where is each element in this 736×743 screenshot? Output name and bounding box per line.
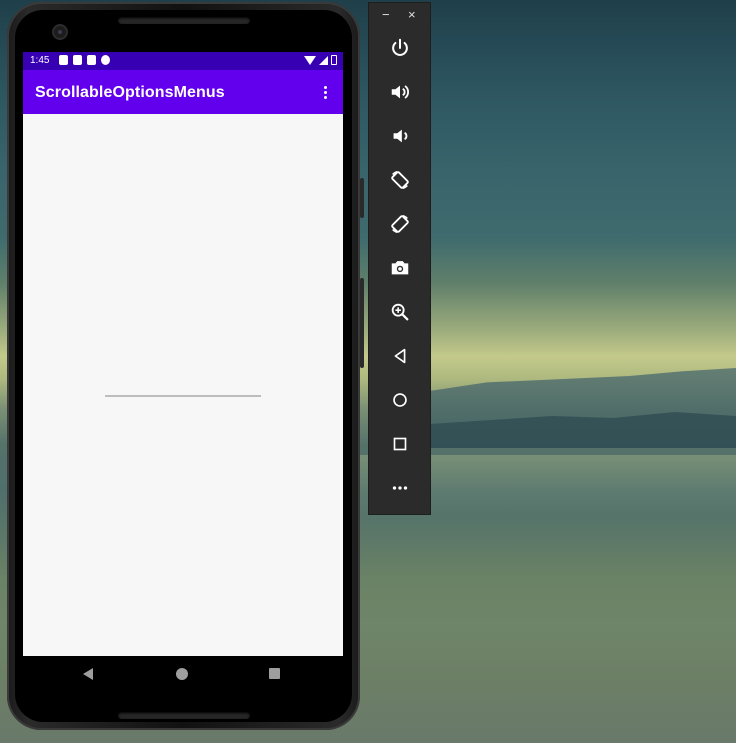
nav-recents-icon[interactable] bbox=[269, 668, 280, 679]
rotate-left-button[interactable] bbox=[382, 165, 418, 195]
volume-up-button[interactable] bbox=[382, 77, 418, 107]
wifi-icon bbox=[304, 55, 316, 65]
bottom-speaker bbox=[118, 712, 250, 719]
volume-up-icon bbox=[391, 85, 409, 99]
power-icon bbox=[392, 38, 408, 56]
front-camera-icon bbox=[54, 26, 66, 38]
rotate-left-icon bbox=[391, 171, 409, 189]
notification-icon bbox=[73, 55, 82, 65]
overflow-menu-icon[interactable] bbox=[317, 82, 333, 102]
zoom-in-icon bbox=[391, 303, 409, 321]
status-bar: 1:45 bbox=[23, 52, 343, 70]
notification-icon bbox=[59, 55, 68, 65]
app-title: ScrollableOptionsMenus bbox=[35, 84, 225, 101]
status-time: 1:45 bbox=[30, 55, 50, 66]
back-button[interactable] bbox=[382, 341, 418, 371]
rotate-right-icon bbox=[391, 215, 409, 233]
system-icons bbox=[304, 55, 337, 65]
overview-button[interactable] bbox=[382, 429, 418, 459]
toolbar-window-controls: − × bbox=[369, 7, 432, 27]
volume-side-button bbox=[360, 178, 364, 218]
minimize-button[interactable]: − bbox=[382, 7, 390, 22]
rotate-right-button[interactable] bbox=[382, 209, 418, 239]
power-side-button bbox=[360, 278, 364, 368]
app-bar: ScrollableOptionsMenus bbox=[23, 70, 343, 114]
volume-down-button[interactable] bbox=[382, 121, 418, 151]
home-button[interactable] bbox=[382, 385, 418, 415]
back-icon bbox=[394, 348, 406, 364]
overview-icon bbox=[393, 437, 407, 451]
camera-icon bbox=[391, 261, 409, 275]
battery-icon bbox=[331, 55, 337, 65]
notification-icon bbox=[101, 55, 110, 65]
zoom-button[interactable] bbox=[382, 297, 418, 327]
volume-down-icon bbox=[393, 129, 408, 143]
sd-card-icon bbox=[87, 55, 96, 65]
notification-icons bbox=[59, 55, 110, 65]
signal-icon bbox=[319, 55, 328, 65]
nav-home-icon[interactable] bbox=[176, 668, 188, 680]
more-button[interactable] bbox=[382, 473, 418, 503]
emulator-toolbar: − × bbox=[368, 2, 431, 515]
more-icon bbox=[392, 486, 408, 490]
progress-indicator bbox=[105, 395, 261, 397]
home-icon bbox=[393, 393, 407, 407]
power-button[interactable] bbox=[382, 33, 418, 63]
nav-back-icon[interactable] bbox=[83, 668, 93, 680]
phone-screen: 1:45 ScrollableOptionsMenus bbox=[23, 52, 343, 692]
screenshot-button[interactable] bbox=[382, 253, 418, 283]
earpiece-speaker bbox=[118, 17, 250, 24]
close-button[interactable]: × bbox=[408, 7, 416, 22]
navigation-bar bbox=[23, 656, 343, 692]
